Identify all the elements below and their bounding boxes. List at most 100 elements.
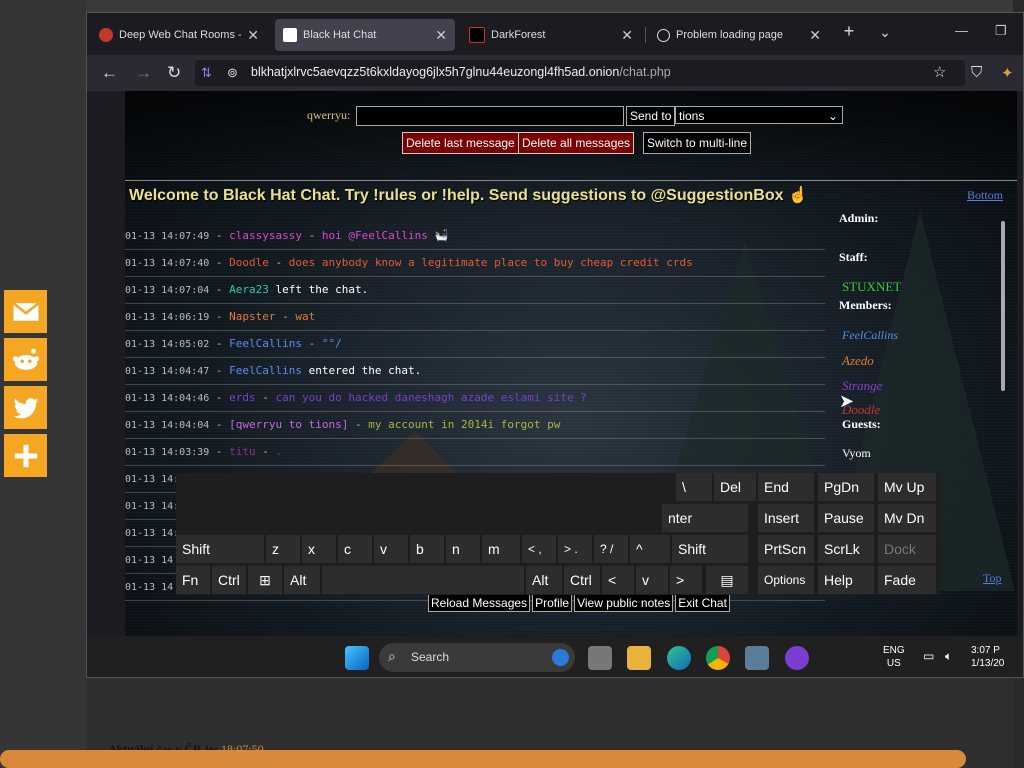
close-tab-icon[interactable]: ✕ <box>809 27 821 44</box>
key-mv-up[interactable]: Mv Up <box>878 473 936 501</box>
send-to-button[interactable]: Send to <box>626 106 676 126</box>
key-right-ctrl[interactable]: Ctrl <box>564 566 600 594</box>
key-slash[interactable]: ? / <box>594 535 628 563</box>
new-tab-button[interactable]: + <box>835 21 863 42</box>
exit-chat-button[interactable]: Exit Chat <box>675 594 730 612</box>
tab-problem-loading[interactable]: Problem loading page ✕ <box>649 19 829 51</box>
orange-scrollbar[interactable] <box>0 750 966 768</box>
close-tab-icon[interactable]: ✕ <box>435 27 447 44</box>
message-author[interactable]: FeelCallins <box>229 337 302 350</box>
key-fade[interactable]: Fade <box>878 566 936 594</box>
back-arrow-icon[interactable]: ← <box>101 63 118 83</box>
language-indicator[interactable]: ENG US <box>883 644 905 670</box>
share-email-button[interactable] <box>4 290 47 333</box>
key-space[interactable] <box>322 566 524 594</box>
key-enter[interactable]: nter <box>662 504 748 532</box>
message-author[interactable]: Napster <box>229 310 275 323</box>
key-insert[interactable]: Insert <box>758 504 814 532</box>
windows-key-icon[interactable]: ⊞ <box>248 566 282 594</box>
message-author[interactable]: Aera23 <box>229 283 269 296</box>
file-explorer-icon[interactable] <box>627 646 651 670</box>
key-help[interactable]: Help <box>818 566 874 594</box>
minimize-button[interactable]: — <box>955 23 968 38</box>
onion-lock-icon[interactable]: ⊚ <box>227 65 238 81</box>
key-right-arrow[interactable]: > <box>670 566 702 594</box>
message-author[interactable]: [qwerryu to tions] <box>229 418 348 431</box>
key-options[interactable]: Options <box>758 566 814 594</box>
start-windows-icon[interactable] <box>345 646 369 670</box>
taskbar-search[interactable]: ⌕ Search <box>379 643 575 672</box>
on-screen-keyboard-icon[interactable] <box>745 646 769 670</box>
message-author[interactable]: FeelCallins <box>229 364 302 377</box>
key-mv-dn[interactable]: Mv Dn <box>878 504 936 532</box>
message-author[interactable]: classysassy <box>229 229 302 242</box>
guest-user[interactable]: Vyom <box>842 446 871 461</box>
view-public-notes-button[interactable]: View public notes <box>574 594 674 612</box>
delete-last-message-button[interactable]: Delete last message <box>402 132 519 154</box>
key-down-arrow[interactable]: v <box>636 566 668 594</box>
member-user[interactable]: Azedo <box>842 353 874 369</box>
share-twitter-button[interactable] <box>4 386 47 429</box>
member-user[interactable]: FeelCallins <box>842 328 898 343</box>
message-author[interactable]: titu <box>229 445 256 458</box>
share-more-button[interactable] <box>4 434 47 477</box>
staff-user[interactable]: STUXNET <box>842 279 901 295</box>
key-period[interactable]: > . <box>558 535 592 563</box>
top-link[interactable]: Top <box>983 571 1002 586</box>
address-bar[interactable]: ⇅ ⊚ blkhatjxlrvc5aevqzz5t6kxldayog6jlx5h… <box>195 60 965 86</box>
menu-key-icon[interactable]: ▤ <box>706 566 748 594</box>
shield-icon[interactable]: ⛉ <box>971 64 982 81</box>
clock[interactable]: 3:07 P 1/13/20 <box>971 644 1004 670</box>
key-pause[interactable]: Pause <box>818 504 874 532</box>
restore-button[interactable]: ❐ <box>995 23 1007 39</box>
key-right-alt[interactable]: Alt <box>526 566 562 594</box>
key-comma[interactable]: < , <box>522 535 556 563</box>
key-dock[interactable]: Dock <box>878 535 936 563</box>
tab-black-hat-chat[interactable]: Black Hat Chat ✕ <box>275 19 455 51</box>
extensions-icon[interactable]: ✦ <box>1001 64 1014 82</box>
tab-deep-web-chat[interactable]: Deep Web Chat Rooms - Tor ✕ <box>91 19 267 51</box>
volume-icon[interactable]: 🔈︎ <box>945 649 952 664</box>
close-tab-icon[interactable]: ✕ <box>621 27 633 44</box>
edge-icon[interactable] <box>667 646 691 670</box>
key-z[interactable]: z <box>266 535 300 563</box>
bookmark-star-icon[interactable]: ☆ <box>933 63 946 81</box>
reload-messages-button[interactable]: Reload Messages <box>428 594 531 612</box>
message-author[interactable]: erds <box>229 391 256 404</box>
bottom-link[interactable]: Bottom <box>967 188 1003 203</box>
share-reddit-button[interactable] <box>4 338 47 381</box>
key-scrlk[interactable]: ScrLk <box>818 535 874 563</box>
onion-circuit-icon[interactable]: ⇅ <box>201 65 212 81</box>
tor-browser-icon[interactable] <box>785 646 809 670</box>
key-left-shift[interactable]: Shift <box>176 535 264 563</box>
key-del[interactable]: Del <box>714 473 756 501</box>
key-end[interactable]: End <box>758 473 814 501</box>
key-m[interactable]: m <box>482 535 520 563</box>
task-view-icon[interactable] <box>588 646 612 670</box>
key-c[interactable]: c <box>338 535 372 563</box>
chrome-icon[interactable] <box>706 646 730 670</box>
reload-icon[interactable]: ↻ <box>167 63 181 83</box>
message-author[interactable]: Doodle <box>229 256 269 269</box>
list-tabs-chevron-icon[interactable]: ⌄ <box>871 24 899 41</box>
userlist-scrollbar[interactable] <box>1001 221 1005 391</box>
key-prtscn[interactable]: PrtScn <box>758 535 814 563</box>
key-up-arrow[interactable]: ^ <box>630 535 670 563</box>
key-left-arrow[interactable]: < <box>602 566 634 594</box>
delete-all-messages-button[interactable]: Delete all messages <box>518 132 635 154</box>
network-icon[interactable]: ▭ <box>923 649 934 663</box>
tab-darkforest[interactable]: DarkForest ✕ <box>461 19 641 51</box>
key-right-shift[interactable]: Shift <box>672 535 748 563</box>
key-left-ctrl[interactable]: Ctrl <box>212 566 246 594</box>
recipient-select[interactable]: tions ⌄ <box>675 106 843 124</box>
key-v[interactable]: v <box>374 535 408 563</box>
key-left-alt[interactable]: Alt <box>284 566 320 594</box>
key-pgdn[interactable]: PgDn <box>818 473 874 501</box>
close-tab-icon[interactable]: ✕ <box>247 27 259 44</box>
profile-button[interactable]: Profile <box>532 594 573 612</box>
forward-arrow-icon[interactable]: → <box>135 63 152 83</box>
key-backslash[interactable]: \ <box>676 473 712 501</box>
message-input[interactable] <box>356 106 624 126</box>
key-n[interactable]: n <box>446 535 480 563</box>
key-b[interactable]: b <box>410 535 444 563</box>
